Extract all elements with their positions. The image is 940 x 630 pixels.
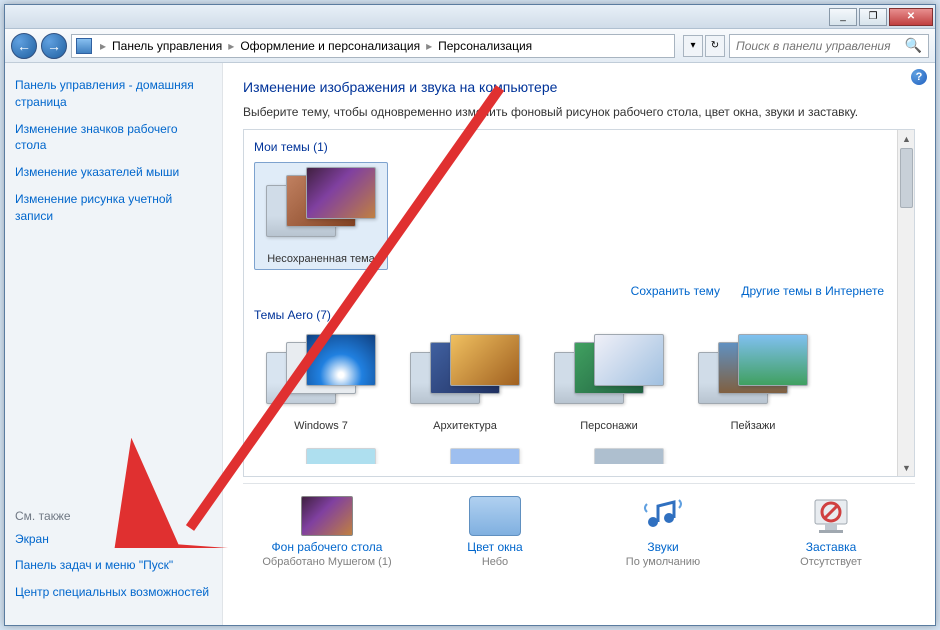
refresh-button[interactable]: ↻	[705, 35, 725, 57]
background-icon	[301, 496, 353, 536]
theme-label: Windows 7	[294, 420, 348, 432]
scroll-thumb[interactable]	[900, 148, 913, 208]
sidebar-link-mouse-pointers[interactable]: Изменение указателей мыши	[15, 164, 212, 181]
theme-list: Мои темы (1) Несохраненная тема Сохранит…	[243, 129, 915, 477]
navbar: ← → ▸ Панель управления ▸ Оформление и п…	[5, 29, 935, 63]
theme-thumbnail	[698, 334, 808, 414]
page-subtitle: Выберите тему, чтобы одновременно измени…	[243, 105, 915, 119]
theme-label: Пейзажи	[731, 420, 776, 432]
option-desktop-background[interactable]: Фон рабочего стола Обработано Мушегом (1…	[257, 496, 397, 568]
sounds-icon	[637, 496, 689, 536]
scrollbar[interactable]: ▲ ▼	[897, 130, 914, 476]
theme-item-windows7[interactable]: Windows 7	[254, 330, 388, 436]
theme-label: Архитектура	[433, 420, 497, 432]
save-theme-link[interactable]: Сохранить тему	[631, 284, 720, 298]
theme-label: Персонажи	[580, 420, 638, 432]
help-icon[interactable]: ?	[911, 69, 927, 85]
theme-thumbnail	[554, 334, 664, 414]
breadcrumb[interactable]: ▸ Панель управления ▸ Оформление и персо…	[71, 34, 675, 58]
option-sounds[interactable]: Звуки По умолчанию	[593, 496, 733, 568]
breadcrumb-item[interactable]: Персонализация	[434, 39, 536, 53]
option-window-color[interactable]: Цвет окна Небо	[425, 496, 565, 568]
maximize-button[interactable]: ❐	[859, 8, 887, 26]
theme-thumbnail	[266, 334, 376, 414]
breadcrumb-item[interactable]: Панель управления	[108, 39, 226, 53]
sidebar: Панель управления - домашняя страница Из…	[5, 63, 223, 625]
scroll-up-icon[interactable]: ▲	[898, 130, 915, 147]
theme-actions: Сохранить тему Другие темы в Интернете	[254, 278, 894, 304]
theme-item-architecture[interactable]: Архитектура	[398, 330, 532, 436]
theme-item-partial[interactable]	[542, 444, 676, 464]
sidebar-link-home[interactable]: Панель управления - домашняя страница	[15, 77, 212, 111]
arrow-left-icon: ←	[17, 38, 31, 54]
theme-item-partial[interactable]	[254, 444, 388, 464]
theme-item-unsaved[interactable]: Несохраненная тема	[254, 162, 388, 270]
sidebar-link-account-picture[interactable]: Изменение рисунка учетной записи	[15, 191, 212, 225]
breadcrumb-item[interactable]: Оформление и персонализация	[236, 39, 424, 53]
main-content: ? Изменение изображения и звука на компь…	[223, 63, 935, 625]
aero-themes-header: Темы Aero (7)	[254, 304, 894, 326]
scroll-down-icon[interactable]: ▼	[898, 459, 915, 476]
arrow-right-icon: →	[47, 38, 61, 54]
screensaver-icon	[805, 496, 857, 536]
online-themes-link[interactable]: Другие темы в Интернете	[741, 284, 884, 298]
window: _ ❐ ✕ ← → ▸ Панель управления ▸ Оформлен…	[4, 4, 936, 626]
my-themes-header: Мои темы (1)	[254, 136, 894, 158]
theme-thumbnail	[410, 334, 520, 414]
sidebar-link-desktop-icons[interactable]: Изменение значков рабочего стола	[15, 121, 212, 155]
back-button[interactable]: ←	[11, 33, 37, 59]
forward-button[interactable]: →	[41, 33, 67, 59]
search-box[interactable]: 🔍	[729, 34, 929, 58]
option-screensaver[interactable]: Заставка Отсутствует	[761, 496, 901, 568]
control-panel-icon	[76, 38, 92, 54]
window-color-icon	[469, 496, 521, 536]
seealso-header: См. также	[15, 509, 212, 523]
theme-label: Несохраненная тема	[267, 253, 375, 265]
theme-item-landscapes[interactable]: Пейзажи	[686, 330, 820, 436]
seealso-accessibility[interactable]: Центр специальных возможностей	[15, 584, 212, 601]
page-title: Изменение изображения и звука на компьют…	[243, 79, 915, 95]
theme-item-partial[interactable]	[398, 444, 532, 464]
personalization-options: Фон рабочего стола Обработано Мушегом (1…	[243, 483, 915, 568]
seealso-taskbar[interactable]: Панель задач и меню "Пуск"	[15, 557, 212, 574]
theme-thumbnail	[266, 167, 376, 247]
search-icon[interactable]: 🔍	[905, 37, 922, 54]
body: Панель управления - домашняя страница Из…	[5, 63, 935, 625]
theme-item-characters[interactable]: Персонажи	[542, 330, 676, 436]
close-button[interactable]: ✕	[889, 8, 933, 26]
search-input[interactable]	[736, 39, 905, 53]
minimize-button[interactable]: _	[829, 8, 857, 26]
seealso-display[interactable]: Экран	[15, 531, 212, 548]
breadcrumb-dropdown[interactable]: ▾	[683, 35, 703, 57]
titlebar: _ ❐ ✕	[5, 5, 935, 29]
